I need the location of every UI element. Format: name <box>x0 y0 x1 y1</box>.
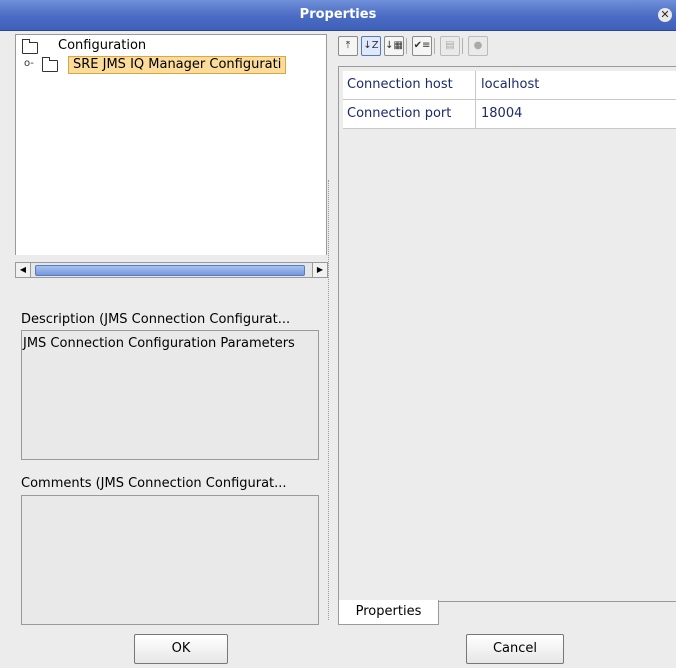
scroll-left-icon[interactable]: ◀ <box>16 263 31 277</box>
collapse-icon[interactable]: ⤒ <box>338 36 358 56</box>
title-bar: Properties ✕ <box>0 0 676 31</box>
property-row[interactable]: Connection host localhost <box>343 71 676 100</box>
scroll-right-icon[interactable]: ▶ <box>312 263 327 277</box>
property-row[interactable]: Connection port 18004 <box>343 100 676 129</box>
scrollbar-thumb[interactable] <box>35 265 305 276</box>
sort-category-icon[interactable]: ↓▦ <box>384 36 404 56</box>
window-title: Properties <box>299 7 377 22</box>
comments-box[interactable] <box>21 495 319 625</box>
grid-icon[interactable]: ▤ <box>440 36 460 56</box>
tree-item-jms-config[interactable]: o- SRE JMS IQ Manager Configurati <box>18 55 323 74</box>
checklist-icon[interactable]: ✔≡ <box>412 36 432 56</box>
folder-icon <box>22 39 38 54</box>
description-label: Description (JMS Connection Configurat..… <box>21 312 291 327</box>
comments-label: Comments (JMS Connection Configurat... <box>21 476 287 491</box>
property-value[interactable]: 18004 <box>477 100 522 128</box>
description-text: JMS Connection Configuration Parameters <box>23 336 295 351</box>
split-divider[interactable] <box>328 180 331 620</box>
tree-item-label-selected: SRE JMS IQ Manager Configurati <box>68 56 287 74</box>
close-icon[interactable]: ✕ <box>658 8 672 22</box>
cancel-button[interactable]: Cancel <box>466 634 564 664</box>
property-key: Connection host <box>343 71 476 99</box>
tab-properties[interactable]: Properties <box>338 600 439 625</box>
configuration-tree[interactable]: Configuration o- SRE JMS IQ Manager Conf… <box>15 34 327 255</box>
tree-item-label: Configuration <box>58 38 147 53</box>
toolbar-separator <box>462 38 463 54</box>
help-icon[interactable]: ● <box>468 36 488 56</box>
sort-az-icon[interactable]: ↓Z <box>361 36 381 56</box>
tree-horizontal-scrollbar[interactable]: ◀ ▶ <box>15 262 328 278</box>
description-box: JMS Connection Configuration Parameters <box>21 330 319 460</box>
tree-item-configuration[interactable]: Configuration <box>18 37 318 55</box>
folder-icon <box>42 57 58 72</box>
expand-handle-icon[interactable]: o- <box>24 55 34 73</box>
toolbar-separator <box>406 38 407 54</box>
property-key: Connection port <box>343 100 476 128</box>
ok-button[interactable]: OK <box>134 634 228 664</box>
toolbar-separator <box>434 38 435 54</box>
property-value[interactable]: localhost <box>477 71 539 99</box>
property-sheet: Connection host localhost Connection por… <box>338 66 676 602</box>
